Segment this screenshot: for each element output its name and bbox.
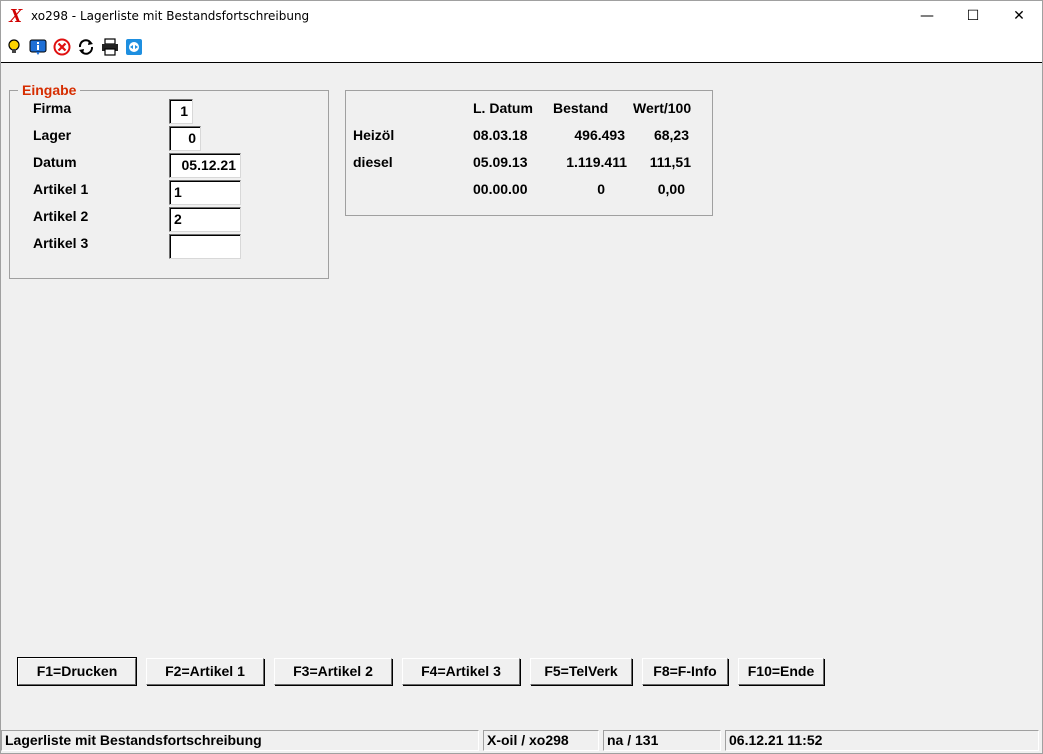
row3-date: 00.00.00: [473, 181, 528, 197]
artikel1-label: Artikel 1: [33, 181, 89, 197]
artikel3-field[interactable]: [169, 234, 241, 259]
artikel3-label: Artikel 3: [33, 235, 89, 251]
f4-artikel3-button[interactable]: F4=Artikel 3: [402, 658, 520, 685]
row1-date: 08.03.18: [473, 127, 528, 143]
row3-stock: 0: [597, 181, 605, 197]
row2-value: 111,51: [649, 154, 691, 170]
datum-field[interactable]: 05.12.21: [169, 153, 241, 178]
status-datetime: 06.12.21 11:52: [725, 730, 1039, 751]
row1-name: Heizöl: [353, 127, 395, 143]
f5-telverk-button[interactable]: F5=TelVerk: [530, 658, 632, 685]
datum-label: Datum: [33, 154, 77, 170]
f8-f-info-button[interactable]: F8=F-Info: [642, 658, 728, 685]
status-description: Lagerliste mit Bestandsfortschreibung: [1, 730, 479, 751]
row1-stock: 496.493: [574, 127, 625, 143]
app-window: X xo298 - Lagerliste mit Bestandsfortsch…: [0, 0, 1043, 754]
firma-field[interactable]: 1: [169, 99, 193, 124]
header-wert: Wert/100: [633, 100, 692, 116]
status-program: X-oil / xo298: [483, 730, 599, 751]
row2-date: 05.09.13: [473, 154, 528, 170]
row3-value: 0,00: [657, 181, 685, 197]
status-bar: Lagerliste mit Bestandsfortschreibung X-…: [1, 728, 1042, 753]
status-user: na / 131: [603, 730, 721, 751]
input-group-legend: Eingabe: [18, 82, 81, 98]
lager-field[interactable]: 0: [169, 126, 201, 151]
lager-label: Lager: [33, 127, 72, 143]
window-title: xo298 - Lagerliste mit Bestandsfortschre…: [31, 9, 310, 23]
header-l-datum: L. Datum: [473, 100, 533, 116]
row2-stock: 1.119.411: [566, 154, 627, 170]
info-icon[interactable]: [29, 38, 47, 56]
printer-icon[interactable]: [101, 38, 119, 56]
artikel2-field[interactable]: 2: [169, 207, 241, 232]
row2-name: diesel: [353, 154, 393, 170]
cancel-icon[interactable]: [53, 38, 71, 56]
f1-drucken-button[interactable]: F1=Drucken: [17, 657, 137, 686]
refresh-icon[interactable]: [77, 38, 95, 56]
toolbar: [1, 32, 1042, 63]
lightbulb-icon[interactable]: [5, 38, 23, 56]
firma-label: Firma: [33, 100, 72, 116]
f2-artikel1-button[interactable]: F2=Artikel 1: [146, 658, 264, 685]
header-bestand: Bestand: [553, 100, 609, 116]
teamviewer-icon[interactable]: [125, 38, 143, 56]
title-bar[interactable]: X xo298 - Lagerliste mit Bestandsfortsch…: [1, 1, 1042, 32]
f3-artikel2-button[interactable]: F3=Artikel 2: [274, 658, 392, 685]
artikel2-label: Artikel 2: [33, 208, 89, 224]
minimize-button[interactable]: —: [904, 1, 950, 32]
row1-value: 68,23: [653, 127, 689, 143]
app-logo-icon: X: [9, 5, 23, 27]
f10-ende-button[interactable]: F10=Ende: [738, 658, 824, 685]
close-button[interactable]: ✕: [996, 1, 1042, 32]
artikel1-field[interactable]: 1: [169, 180, 241, 205]
maximize-button[interactable]: ☐: [950, 1, 996, 32]
